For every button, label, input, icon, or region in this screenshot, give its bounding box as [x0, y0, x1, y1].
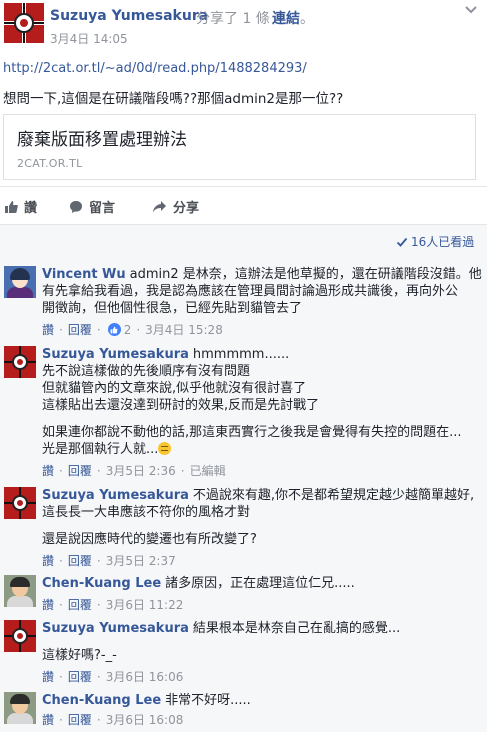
post-shared-url[interactable]: http://2cat.or.tl/~ad/0d/read.php/148828… [3, 61, 307, 76]
commenter-name[interactable]: Suzuya Yumesakura [42, 488, 189, 503]
comment-text-line: 如果連你都說不動他的話,那這東西實行之後我是會覺得有失控的問題在... [42, 425, 462, 440]
comment-timestamp: 3月6日 11:22 [105, 598, 184, 612]
comment-text-line: hmmmmm...... [192, 347, 290, 362]
commenter-avatar[interactable] [4, 620, 36, 652]
commenter-name[interactable]: Chen-Kuang Lee [42, 576, 161, 591]
comment-text-line: 諸多原因，正在處理這位仁兄..... [165, 576, 355, 591]
post-text: 想問一下,這個是在研議階段嗎??那個admin2是那一位?? [3, 91, 344, 107]
comment-body: Suzuya Yumesakura 結果根本是林奈自己在亂搞的感覺... 這樣好嗎… [42, 620, 472, 664]
comment-meta: 讚 · 回覆 · 2 · 3月4日 15:28 [42, 321, 223, 338]
share-button[interactable]: 分享 [152, 197, 199, 216]
comment-timestamp: 3月4日 15:28 [145, 323, 223, 337]
link-card-domain: 2CAT.OR.TL [17, 157, 83, 170]
comment-meta: 讚 · 回覆 · 3月6日 16:06 [42, 668, 184, 685]
commenter-name[interactable]: Chen-Kuang Lee [42, 693, 161, 708]
comment-text-line: 還是說因應時代的變遷也有所改變了? [42, 532, 257, 547]
comment-like-link[interactable]: 讚 [42, 668, 54, 685]
comment-button-label: 留言 [89, 201, 116, 216]
comment-text-line: 結果根本是林奈自己在亂搞的感覺... [192, 621, 401, 636]
seen-by[interactable]: 16人已看過 [396, 233, 474, 250]
commenter-name[interactable]: Suzuya Yumesakura [42, 347, 189, 362]
commenter-avatar[interactable] [4, 487, 36, 519]
comment-body: Vincent Wu admin2 是林奈，這辦法是他草擬的，還在研議階段沒錯。他… [42, 266, 482, 317]
comment-timestamp: 3月5日 2:37 [105, 554, 176, 568]
like-button[interactable]: 讚 [4, 197, 37, 216]
comment-timestamp: 3月6日 16:06 [105, 670, 184, 684]
comment-like-count[interactable]: 2 [107, 322, 132, 337]
comment-timestamp: 3月6日 16:08 [105, 713, 184, 727]
commenter-avatar[interactable] [4, 266, 36, 298]
speech-bubble-icon [70, 200, 82, 213]
comment-like-link[interactable]: 讚 [42, 596, 54, 613]
comment-text-line: admin2 是林奈，這辦法是他草擬的，還在研議階段沒錯。他 [129, 267, 482, 282]
comment-body: Suzuya Yumesakura hmmmmm...... 先不說這樣做的先後順… [42, 346, 472, 458]
post-action-text: 分享了 1 條 [196, 11, 270, 27]
comment-text-line: 先不說這樣做的先後順序有沒有問題 [42, 364, 251, 379]
comment-like-link[interactable]: 讚 [42, 711, 54, 728]
comment-like-link[interactable]: 讚 [42, 552, 54, 569]
comment-text-line: 非常不好呀..... [165, 693, 251, 708]
like-count: 2 [123, 322, 132, 337]
comment-timestamp: 3月5日 2:36 [105, 464, 176, 478]
link-preview-card[interactable]: 廢棄版面移置處理辦法 2CAT.OR.TL [3, 114, 476, 180]
comment-reply-link[interactable]: 回覆 [68, 596, 92, 613]
post-action-end: 。 [300, 11, 314, 27]
post-timestamp[interactable]: 3月4日 14:05 [50, 30, 128, 47]
comment-like-link[interactable]: 讚 [42, 462, 54, 479]
post-header: Suzuya Yumesakura 分享了 1 條 連結 。 3月4日 14:0… [0, 0, 487, 52]
comment-reply-link[interactable]: 回覆 [68, 321, 92, 338]
comment-reply-link[interactable]: 回覆 [68, 668, 92, 685]
thumbs-up-icon [107, 323, 121, 336]
comment-meta: 讚 · 回覆 · 3月5日 2:36 · 已編輯 [42, 462, 226, 479]
commenter-avatar[interactable] [4, 692, 36, 724]
comment-text-line: 不過說來有趣,你不是都希望規定越少越簡單越好, [192, 488, 475, 503]
comment-reply-link[interactable]: 回覆 [68, 552, 92, 569]
thumbs-up-icon [5, 200, 18, 213]
comment-text-line: 這長長一大串應該不符你的風格才對 [42, 505, 251, 520]
post-author-link[interactable]: Suzuya Yumesakura [50, 8, 208, 24]
comment-reply-link[interactable]: 回覆 [68, 462, 92, 479]
comment-text-line: 但就貓管內的文章來說,似乎他就沒有很討喜了 [42, 381, 307, 396]
comment-body: Chen-Kuang Lee 諸多原因，正在處理這位仁兄..... [42, 575, 472, 592]
link-card-title[interactable]: 廢棄版面移置處理辦法 [17, 125, 187, 150]
chevron-down-icon[interactable] [464, 2, 478, 21]
commenter-name[interactable]: Suzuya Yumesakura [42, 621, 189, 636]
comment-like-link[interactable]: 讚 [42, 321, 54, 338]
edited-link[interactable]: 已編輯 [190, 462, 226, 479]
comment-meta: 讚 · 回覆 · 3月5日 2:37 [42, 552, 176, 569]
comment-text-line: 光是那個執行人就... [42, 442, 159, 457]
author-avatar[interactable] [4, 3, 44, 43]
post-action-bar: 讚 留言 分享 [0, 186, 487, 224]
expressionless-emoji-icon [158, 442, 172, 455]
commenter-avatar[interactable] [4, 346, 36, 378]
comment-body: Suzuya Yumesakura 不過說來有趣,你不是都希望規定越少越簡單越好,… [42, 487, 475, 548]
checkmark-icon [396, 237, 408, 247]
comment-meta: 讚 · 回覆 · 3月6日 16:08 [42, 711, 184, 728]
commenter-avatar[interactable] [4, 575, 36, 607]
comment-text-line: 開徵詢，但他個性很急，已經先貼到貓管去了 [42, 301, 303, 316]
comment-button[interactable]: 留言 [69, 197, 115, 216]
comment-meta: 讚 · 回覆 · 3月6日 11:22 [42, 596, 184, 613]
comment-text-line: 有先拿給我看過，我是認為應該在管理員間討論過形成共識後，再向外公 [42, 284, 459, 299]
share-button-label: 分享 [173, 201, 200, 216]
comment-text-line: 這樣好嗎?-_- [42, 648, 117, 663]
like-button-label: 讚 [24, 201, 38, 216]
post-action-link[interactable]: 連結 [272, 8, 300, 28]
share-arrow-icon [153, 200, 166, 212]
comment-text-line: 這樣貼出去還沒達到研討的效果,反而是先討戰了 [42, 398, 320, 413]
commenter-name[interactable]: Vincent Wu [42, 267, 126, 282]
comment-body: Chen-Kuang Lee 非常不好呀..... [42, 692, 472, 709]
seen-count: 16人已看過 [411, 235, 475, 249]
comment-reply-link[interactable]: 回覆 [68, 711, 92, 728]
